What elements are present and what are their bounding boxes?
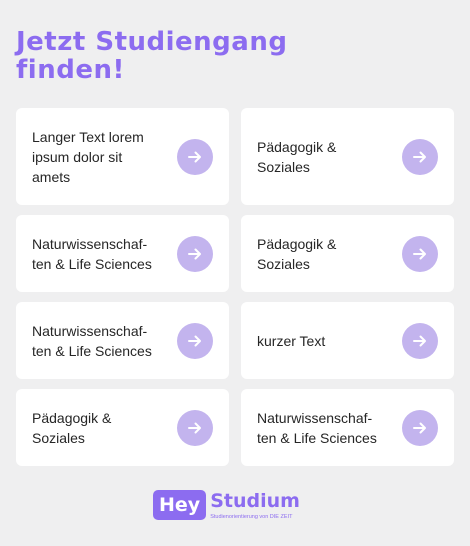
logo-hey-badge: Hey bbox=[153, 490, 207, 520]
arrow-right-icon bbox=[413, 151, 426, 162]
card-label: Pädagogik & Soziales bbox=[257, 235, 337, 272]
logo-wordmark: Studium Studienorientierung von DIE ZEIT bbox=[210, 490, 300, 521]
arrow-right-icon bbox=[413, 422, 426, 433]
card-label: Pädagogik & Soziales bbox=[257, 138, 337, 175]
page-title: Jetzt Studiengang finden! bbox=[16, 27, 288, 85]
arrow-button[interactable] bbox=[402, 409, 438, 446]
arrow-button[interactable] bbox=[177, 409, 213, 446]
study-card[interactable]: Naturwissenschaf-ten & Life Sciences bbox=[16, 302, 229, 379]
study-card[interactable]: Pädagogik & Soziales bbox=[241, 108, 454, 205]
arrow-button[interactable] bbox=[177, 235, 213, 272]
study-card[interactable]: kurzer Text bbox=[241, 302, 454, 379]
arrow-button[interactable] bbox=[177, 322, 213, 359]
card-label: kurzer Text bbox=[257, 332, 326, 349]
study-card[interactable]: Pädagogik & Soziales bbox=[241, 215, 454, 292]
arrow-right-icon bbox=[413, 335, 426, 346]
card-label: Langer Text lorem ipsum dolor sit amets bbox=[32, 128, 144, 185]
arrow-button[interactable] bbox=[177, 138, 213, 175]
arrow-right-icon bbox=[188, 248, 201, 259]
arrow-right-icon bbox=[188, 422, 201, 433]
arrow-right-icon bbox=[188, 151, 201, 162]
arrow-right-icon bbox=[413, 248, 426, 259]
arrow-button[interactable] bbox=[402, 138, 438, 175]
study-card[interactable]: Naturwissenschaf-ten & Life Sciences bbox=[241, 389, 454, 466]
arrow-button[interactable] bbox=[402, 235, 438, 272]
study-card[interactable]: Pädagogik & Soziales bbox=[16, 389, 229, 466]
card-label: Pädagogik & Soziales bbox=[32, 409, 112, 446]
card-label: Naturwissenschaf-ten & Life Sciences bbox=[32, 235, 152, 272]
card-label: Naturwissenschaf-ten & Life Sciences bbox=[32, 322, 152, 359]
card-label: Naturwissenschaf-ten & Life Sciences bbox=[257, 409, 377, 446]
study-card[interactable]: Naturwissenschaf-ten & Life Sciences bbox=[16, 215, 229, 292]
logo-studium-text: Studium bbox=[210, 490, 300, 512]
arrow-right-icon bbox=[188, 335, 201, 346]
heystudium-logo: Hey Studium Studienorientierung von DIE … bbox=[153, 490, 300, 521]
study-card[interactable]: Langer Text lorem ipsum dolor sit amets bbox=[16, 108, 229, 205]
logo-subline: Studienorientierung von DIE ZEIT bbox=[210, 514, 293, 520]
arrow-button[interactable] bbox=[402, 322, 438, 359]
